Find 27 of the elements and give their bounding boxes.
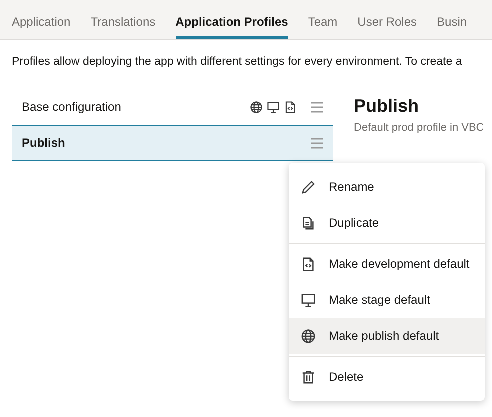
profile-name: Base configuration	[22, 99, 122, 116]
profile-row[interactable]: Publish	[12, 125, 333, 162]
copy-icon	[301, 216, 316, 230]
detail-title: Publish	[354, 95, 420, 118]
menu-item[interactable]: Make publish default	[289, 318, 485, 354]
profile-name: Publish	[22, 135, 66, 152]
trash-icon	[301, 370, 316, 384]
menu-icon[interactable]	[311, 138, 323, 149]
tab[interactable]: Team	[308, 8, 338, 39]
profile-row[interactable]: Base configuration	[12, 89, 333, 126]
menu-item[interactable]: Rename	[289, 169, 485, 205]
tab[interactable]: Application Profiles	[176, 8, 288, 39]
code-file-icon	[301, 256, 316, 272]
pencil-icon	[301, 180, 316, 194]
menu-item[interactable]: Make stage default	[289, 282, 485, 318]
monitor-icon	[301, 292, 316, 308]
detail-subtitle: Default prod profile in VBC	[354, 121, 484, 136]
tab[interactable]: Busin	[437, 8, 468, 39]
tab[interactable]: Application	[12, 8, 71, 39]
tab[interactable]: User Roles	[358, 8, 418, 39]
menu-item[interactable]: Delete	[289, 359, 485, 395]
tab[interactable]: Translations	[90, 8, 156, 39]
menu-icon[interactable]	[311, 102, 323, 113]
globe-icon	[301, 328, 316, 344]
description: Profiles allow deploying the app with different settings for every environment. To create a	[11, 55, 464, 70]
menu-item[interactable]: Make development default	[289, 246, 485, 282]
menu-item[interactable]: Duplicate	[289, 205, 485, 241]
